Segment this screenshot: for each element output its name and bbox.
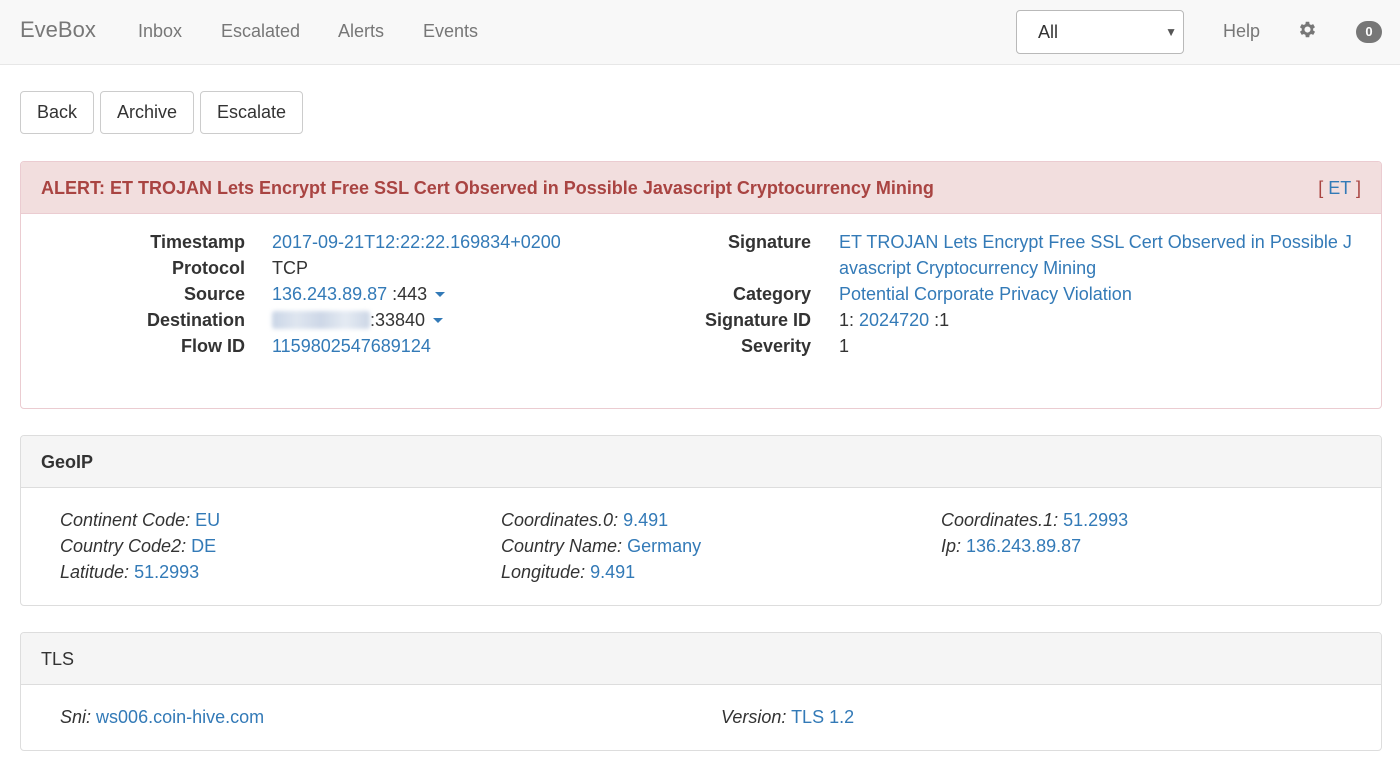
source-port: :443 xyxy=(392,284,428,304)
tag-bracket-open: [ xyxy=(1318,178,1324,198)
sig-gid: 1: xyxy=(839,310,855,330)
signature-label: Signature xyxy=(727,232,811,252)
chevron-down-icon: ▼ xyxy=(1165,25,1177,39)
source-value: 136.243.89.87 :443 xyxy=(272,284,446,305)
destination-value: :33840 xyxy=(272,310,444,331)
tag-bracket-close: ] xyxy=(1355,178,1361,198)
geoip-heading: GeoIP xyxy=(21,436,1381,488)
nav-escalated[interactable]: Escalated xyxy=(221,21,300,42)
field-value[interactable]: ws006.coin-hive.com xyxy=(96,707,264,727)
sig-rev: :1 xyxy=(934,310,950,330)
field-key: Coordinates.1: xyxy=(941,510,1059,530)
geoip-field: Country Name: Germany xyxy=(501,533,701,559)
geoip-title: GeoIP xyxy=(41,452,94,472)
destination-port: :33840 xyxy=(370,310,426,330)
brand-logo[interactable]: EveBox xyxy=(20,17,96,43)
geoip-panel: GeoIP Continent Code: EU Country Code2: … xyxy=(20,435,1382,606)
field-key: Coordinates.0: xyxy=(501,510,619,530)
source-dropdown-caret-icon[interactable] xyxy=(435,291,446,297)
tls-heading: TLS xyxy=(21,633,1381,685)
geoip-field: Coordinates.1: 51.2993 xyxy=(941,507,1128,533)
source-ip-link[interactable]: 136.243.89.87 xyxy=(272,284,387,304)
rule-source-link[interactable]: ET xyxy=(1328,178,1351,198)
notification-badge[interactable]: 0 xyxy=(1356,21,1382,43)
escalate-button[interactable]: Escalate xyxy=(200,91,303,134)
tls-panel: TLS Sni: ws006.coin-hive.com Version: TL… xyxy=(20,632,1382,751)
timestamp-label: Timestamp xyxy=(150,232,245,252)
alert-title: ALERT: ET TROJAN Lets Encrypt Free SSL C… xyxy=(41,178,934,198)
field-key: Country Name: xyxy=(501,536,623,556)
geoip-field: Ip: 136.243.89.87 xyxy=(941,533,1081,559)
field-value[interactable]: Germany xyxy=(627,536,701,556)
back-button[interactable]: Back xyxy=(20,91,94,134)
navbar: EveBox Inbox Escalated Alerts Events All… xyxy=(0,0,1400,65)
signature-value-line2[interactable]: avascript Cryptocurrency Mining xyxy=(839,258,1096,279)
field-value[interactable]: TLS 1.2 xyxy=(791,707,854,727)
field-key: Continent Code: xyxy=(60,510,191,530)
signature-id-value: 1: 2024720 :1 xyxy=(839,310,949,331)
field-value[interactable]: 136.243.89.87 xyxy=(966,536,1081,556)
source-label: Source xyxy=(183,284,245,304)
sig-id-link[interactable]: 2024720 xyxy=(859,310,929,330)
gear-icon[interactable] xyxy=(1297,19,1318,40)
field-key: Ip: xyxy=(941,536,962,556)
nav-events[interactable]: Events xyxy=(423,21,478,42)
nav-alerts[interactable]: Alerts xyxy=(338,21,384,42)
signature-id-label: Signature ID xyxy=(704,310,811,330)
geoip-field: Longitude: 9.491 xyxy=(501,559,635,585)
protocol-label: Protocol xyxy=(171,258,245,278)
time-range-select[interactable]: All ▼ xyxy=(1016,10,1184,54)
destination-dropdown-caret-icon[interactable] xyxy=(433,317,444,323)
destination-label: Destination xyxy=(146,310,245,330)
category-label: Category xyxy=(732,284,811,304)
field-value[interactable]: 51.2993 xyxy=(1063,510,1128,530)
geoip-field: Latitude: 51.2993 xyxy=(60,559,199,585)
archive-button[interactable]: Archive xyxy=(100,91,194,134)
alert-heading: ALERT: ET TROJAN Lets Encrypt Free SSL C… xyxy=(21,162,1381,214)
field-key: Sni: xyxy=(60,707,92,727)
field-value[interactable]: EU xyxy=(195,510,220,530)
nav-help[interactable]: Help xyxy=(1223,21,1260,42)
tls-title: TLS xyxy=(41,649,75,669)
flow-id-value[interactable]: 1159802547689124 xyxy=(272,336,431,357)
timestamp-value[interactable]: 2017-09-21T12:22:22.169834+0200 xyxy=(272,232,561,253)
geoip-field: Country Code2: DE xyxy=(60,533,216,559)
field-value[interactable]: 9.491 xyxy=(623,510,668,530)
field-value[interactable]: 9.491 xyxy=(590,562,635,582)
destination-ip-redacted[interactable] xyxy=(272,310,370,329)
geoip-field: Coordinates.0: 9.491 xyxy=(501,507,668,533)
rule-source-tag: [ ET ] xyxy=(1318,178,1361,199)
protocol-value: TCP xyxy=(272,258,308,278)
time-range-value: All xyxy=(1038,22,1059,42)
field-key: Latitude: xyxy=(60,562,130,582)
severity-label: Severity xyxy=(740,336,811,356)
field-value[interactable]: DE xyxy=(191,536,216,556)
field-key: Longitude: xyxy=(501,562,586,582)
nav-inbox[interactable]: Inbox xyxy=(138,21,182,42)
geoip-field: Continent Code: EU xyxy=(60,507,220,533)
flow-id-label: Flow ID xyxy=(181,336,245,356)
category-value[interactable]: Potential Corporate Privacy Violation xyxy=(839,284,1132,305)
field-key: Version: xyxy=(721,707,787,727)
signature-value-line1[interactable]: ET TROJAN Lets Encrypt Free SSL Cert Obs… xyxy=(839,232,1352,253)
alert-panel: ALERT: ET TROJAN Lets Encrypt Free SSL C… xyxy=(20,161,1382,409)
severity-value: 1 xyxy=(839,336,850,356)
field-key: Country Code2: xyxy=(60,536,187,556)
field-value[interactable]: 51.2993 xyxy=(134,562,199,582)
tls-field: Sni: ws006.coin-hive.com xyxy=(60,704,264,730)
tls-field: Version: TLS 1.2 xyxy=(721,704,854,730)
